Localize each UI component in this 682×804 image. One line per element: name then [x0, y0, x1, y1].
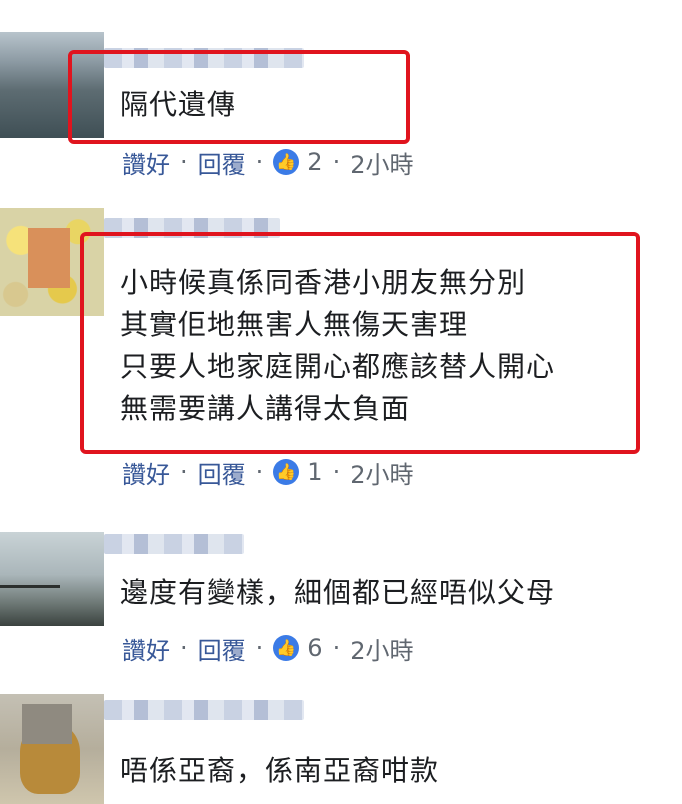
reply-button[interactable]: 回覆 — [198, 631, 246, 666]
avatar[interactable] — [0, 532, 104, 626]
separator: · — [332, 634, 341, 662]
like-button[interactable]: 讚好 — [122, 145, 170, 180]
comment-actions: 讚好 · 回覆 · 👍 6 · 2小時 — [122, 631, 413, 666]
avatar[interactable] — [0, 694, 104, 804]
timestamp[interactable]: 2小時 — [350, 631, 413, 666]
separator: · — [180, 634, 188, 662]
highlight-box — [68, 50, 410, 144]
separator: · — [180, 148, 188, 176]
thumbs-up-icon[interactable]: 👍 — [273, 459, 300, 485]
comment-actions: 讚好 · 回覆 · 👍 1 · 2小時 — [122, 455, 413, 490]
reply-button[interactable]: 回覆 — [198, 455, 246, 490]
thumbs-up-icon[interactable]: 👍 — [273, 635, 300, 661]
separator: · — [332, 458, 341, 486]
separator: · — [332, 148, 341, 176]
comment-line: 唔係亞裔，係南亞裔咁款 — [120, 754, 440, 787]
reaction-count[interactable]: 6 — [307, 634, 322, 662]
separator: · — [255, 458, 264, 486]
blurred-author-name — [104, 700, 304, 720]
reaction-count[interactable]: 2 — [307, 148, 322, 176]
comment-line: 邊度有變樣，細個都已經唔似父母 — [120, 576, 556, 609]
highlight-box — [80, 232, 640, 454]
like-button[interactable]: 讚好 — [122, 455, 170, 490]
reaction-count[interactable]: 1 — [307, 458, 322, 486]
separator: · — [255, 634, 264, 662]
comment-text: 唔係亞裔，係南亞裔咁款 — [120, 750, 439, 792]
timestamp[interactable]: 2小時 — [350, 455, 413, 490]
comment-text: 邊度有變樣，細個都已經唔似父母 — [120, 572, 555, 614]
like-button[interactable]: 讚好 — [122, 631, 170, 666]
timestamp[interactable]: 2小時 — [350, 145, 413, 180]
comment-actions: 讚好 · 回覆 · 👍 2 · 2小時 — [122, 145, 413, 180]
blurred-author-name — [104, 534, 244, 554]
separator: · — [255, 148, 264, 176]
separator: · — [180, 458, 188, 486]
reply-button[interactable]: 回覆 — [198, 145, 246, 180]
thumbs-up-icon[interactable]: 👍 — [273, 149, 300, 175]
